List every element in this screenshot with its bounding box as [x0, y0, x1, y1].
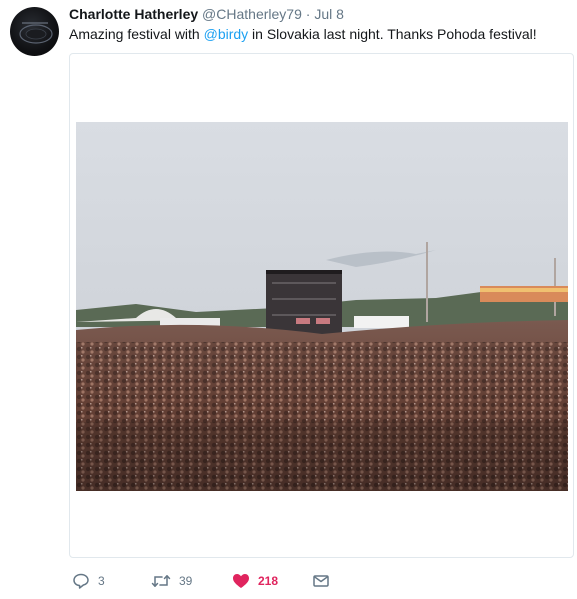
crowd-photo-illustration	[76, 122, 568, 491]
like-count: 218	[258, 574, 279, 588]
tweet-photo[interactable]	[76, 122, 568, 491]
author-handle[interactable]: @CHatherley79	[202, 6, 302, 22]
heart-icon	[233, 574, 249, 588]
reply-button[interactable]: 3	[72, 572, 105, 590]
separator-dot: ·	[305, 6, 311, 22]
like-button[interactable]: 218	[232, 572, 278, 590]
retweet-icon	[151, 575, 171, 587]
direct-message-button[interactable]	[312, 572, 330, 590]
retweet-button[interactable]: 39	[151, 572, 192, 590]
reply-icon	[73, 573, 89, 589]
tweet-text-start: Amazing festival with	[69, 26, 204, 42]
retweet-count: 39	[179, 574, 193, 588]
tweet-text: Amazing festival with @birdy in Slovakia…	[69, 25, 537, 43]
tweet-header: Charlotte Hatherley @CHatherley79 · Jul …	[69, 5, 344, 23]
reply-count: 3	[98, 574, 105, 588]
author-name[interactable]: Charlotte Hatherley	[69, 6, 198, 22]
avatar-image	[19, 22, 53, 44]
tweet-timestamp[interactable]: Jul 8	[314, 6, 344, 22]
tweet-text-end: in Slovakia last night. Thanks Pohoda fe…	[248, 26, 537, 42]
message-icon	[313, 575, 329, 587]
mention-link[interactable]: @birdy	[204, 26, 249, 42]
avatar[interactable]	[10, 7, 59, 56]
